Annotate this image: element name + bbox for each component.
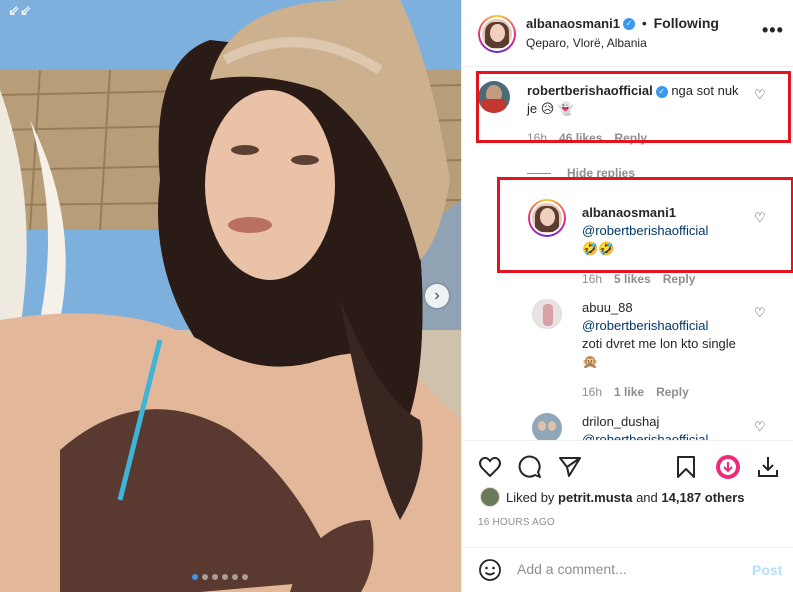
like-reply-heart-icon[interactable]: ♡ [754,305,766,321]
reply-mention[interactable]: @robertberishaofficial [582,317,752,335]
reply-text: zoti dvret me lon kto single 🙊 [582,336,736,369]
download-tray-icon [758,457,778,477]
like-reply-heart-icon[interactable]: ♡ [754,419,766,435]
likes-summary: Liked by petrit.musta and 14,187 others [480,487,745,507]
comment-bubble-icon [518,455,541,478]
reels-download-button[interactable] [714,453,742,481]
next-slide-button[interactable]: › [425,284,449,308]
header-separator: • [641,15,647,31]
reply-button[interactable]: Reply [663,272,696,286]
following-button[interactable]: Following [654,15,719,31]
reply-item: drilon_dushaj @robertberishaofficial ♡ [462,407,793,440]
post-timestamp[interactable]: 16 HOURS AGO [478,517,555,528]
carousel-dot [192,574,198,580]
comment-input[interactable] [517,561,737,577]
reply-meta: 16h 5 likes Reply [582,272,695,286]
add-comment-bar: Post [462,547,793,592]
reply-likes[interactable]: 1 like [614,385,644,399]
reply-avatar[interactable] [532,299,562,329]
highlight-box [476,71,791,143]
photo-scene [0,0,461,592]
heart-icon [479,456,501,478]
more-options-icon[interactable]: ••• [762,20,784,41]
reply-time: 16h [582,385,603,399]
chevron-right-icon: › [434,287,440,304]
highlight-box [497,177,793,273]
reply-likes[interactable]: 5 likes [614,272,651,286]
author-line: albanaosmani1 ✓ • Following [526,15,719,31]
post-sidebar: albanaosmani1 ✓ • Following Qeparo, Vlorë… [461,0,793,592]
likes-prefix: Liked by [506,489,555,505]
emoji-smiley-icon[interactable] [478,558,502,582]
post-comment-button[interactable]: Post [752,562,782,578]
download-circle-icon [716,455,740,479]
likes-others[interactable]: 14,187 others [661,490,744,505]
paper-plane-icon [559,457,581,477]
reply-button[interactable]: Reply [656,385,689,399]
like-button[interactable] [476,453,504,481]
reply-time: 16h [582,272,603,286]
save-button[interactable] [672,453,700,481]
carousel-dot [212,574,218,580]
carousel-dot [232,574,238,580]
author-username[interactable]: albanaosmani1 [526,16,620,31]
verified-badge-icon: ✓ [622,18,635,31]
reply-username[interactable]: drilon_dushaj [582,413,752,431]
liker-avatar[interactable] [480,487,500,507]
bookmark-icon [677,456,695,478]
post-header: albanaosmani1 ✓ • Following Qeparo, Vlorë… [462,0,793,66]
reply-meta: 16h 1 like Reply [582,385,689,399]
carousel-dot [202,574,208,580]
action-bar [462,440,793,490]
collapse-arrows-icon[interactable]: ⇙⇙ [8,2,31,19]
reply-body: drilon_dushaj @robertberishaofficial [582,413,752,440]
reply-item: abuu_88 @robertberishaofficial zoti dvre… [462,293,793,405]
likes-connector: and [636,489,658,505]
comments-list[interactable]: robertberishaofficial ✓ nga sot nuk je 😥 … [462,66,793,440]
carousel-indicator [192,574,248,580]
reply-username[interactable]: abuu_88 [582,299,752,317]
share-button[interactable] [556,453,584,481]
post-photo[interactable]: ⇙⇙ › [0,0,461,592]
divider-line [527,172,551,174]
post-location[interactable]: Qeparo, Vlorë, Albania [526,36,647,50]
download-button[interactable] [754,453,782,481]
comment-button[interactable] [516,453,544,481]
carousel-dot [242,574,248,580]
reply-mention[interactable]: @robertberishaofficial [582,431,752,440]
liker-username[interactable]: petrit.musta [558,490,632,505]
author-avatar[interactable] [478,15,516,53]
reply-avatar[interactable] [532,413,562,440]
reply-body: abuu_88 @robertberishaofficial zoti dvre… [582,299,752,371]
carousel-dot [222,574,228,580]
